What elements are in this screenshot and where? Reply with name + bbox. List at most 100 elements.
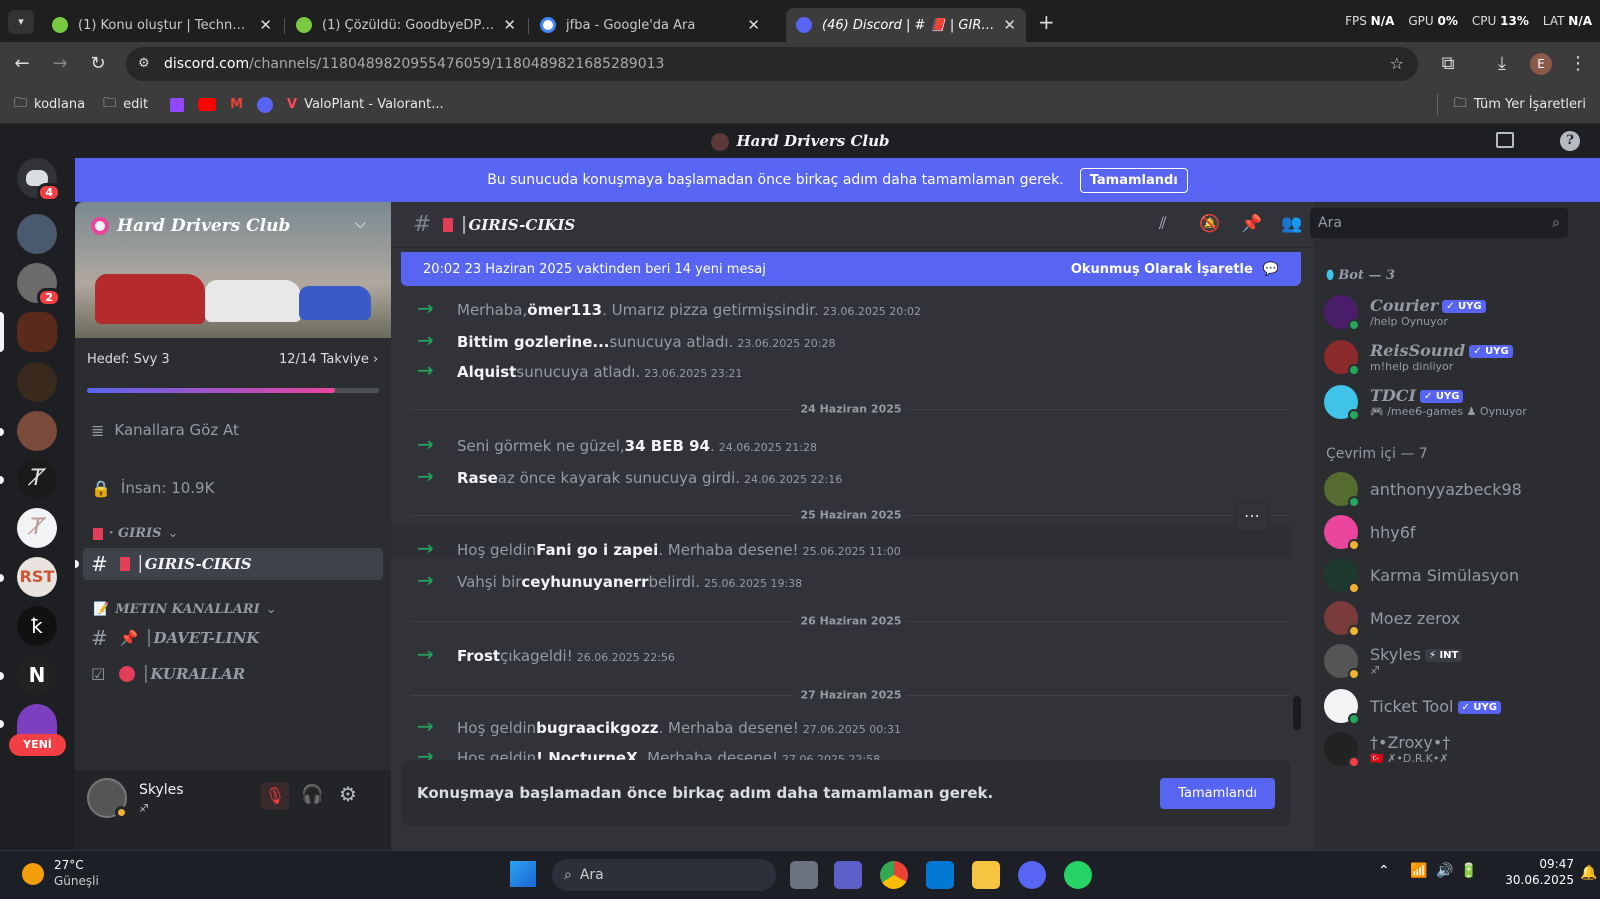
bookmark-folder[interactable]: 🗀 kodlana (14, 94, 85, 116)
task-view-icon[interactable] (790, 861, 818, 889)
member-list-icon[interactable]: 👥 (1281, 214, 1302, 234)
server-icon[interactable]: ꝁ (17, 606, 57, 646)
search-input[interactable]: Ara ⌕ (1310, 208, 1568, 238)
footer-complete-button[interactable]: Tamamlandı (1160, 777, 1275, 809)
chrome-icon[interactable] (880, 861, 908, 889)
member-item[interactable]: TDCI ✓ UYG 🎮 /mee6-games ♟ Oynuyor (1324, 380, 1594, 424)
browse-channels[interactable]: ≣ Kanallara Göz At (83, 414, 383, 446)
file-explorer-icon[interactable] (972, 861, 1000, 889)
notification-bell-icon[interactable]: 🔔 (1580, 865, 1597, 881)
unread-pill (0, 476, 4, 484)
browser-tab-active[interactable]: (46) Discord | # 📕 | GIRIS-CIKIS ✕ (786, 8, 1026, 42)
boost-count[interactable]: 12/14 Takviye › (279, 352, 378, 367)
pinned-messages-icon[interactable]: 📌 (1241, 214, 1262, 234)
server-icon[interactable]: Ⱦ (17, 508, 57, 548)
inbox-icon[interactable] (1496, 132, 1514, 148)
clock-date[interactable]: 30.06.2025 (1500, 873, 1574, 887)
member-item[interactable]: ReisSound ✓ UYG m!help dinliyor (1324, 335, 1594, 379)
bookmark-folder[interactable]: 🗀 edit (103, 94, 148, 116)
member-item[interactable]: Ticket Tool ✓ UYG (1324, 684, 1594, 728)
close-tab-icon[interactable]: ✕ (259, 16, 272, 34)
browser-tab[interactable]: (1) Konu oluştur | Technopat So ✕ (42, 8, 282, 42)
discord-bookmark-icon[interactable] (257, 96, 273, 113)
headphones-icon[interactable]: 🎧 (301, 784, 323, 805)
profile-avatar[interactable]: E (1530, 53, 1552, 75)
member-item[interactable]: anthonyyazbeck98 (1324, 467, 1594, 511)
settings-gear-icon[interactable]: ⚙ (339, 782, 357, 806)
site-info-icon[interactable]: ⚙ (138, 56, 150, 71)
member-item[interactable]: †•Zroxy•† 🇹🇷 ✗•D.R.K•✗ (1324, 727, 1594, 771)
server-icon[interactable]: 2 (17, 263, 61, 307)
server-header[interactable]: Hard Drivers Club (91, 216, 290, 236)
user-avatar[interactable] (87, 778, 128, 819)
channel-giris-cikis[interactable]: # │GIRIS-CIKIS (83, 548, 383, 580)
twitch-bookmark-icon[interactable] (170, 97, 185, 112)
gmail-bookmark-icon[interactable]: M (230, 97, 243, 112)
new-messages-bar[interactable]: 20:02 23 Haziran 2025 vaktinden beri 14 … (401, 252, 1301, 286)
scrollbar-thumb[interactable] (1293, 696, 1301, 730)
mute-mic-icon[interactable]: 🎙 (261, 782, 289, 810)
new-unreads-pill[interactable]: YENİ (9, 734, 66, 756)
boost-goal[interactable]: Hedef: Svy 3 (87, 352, 170, 367)
battery-icon[interactable]: 🔋 (1460, 863, 1477, 879)
channel-header: # │GIRIS-CIKIS ⫽ 🔕 📌 👥 (391, 202, 1314, 248)
more-actions-icon[interactable]: ⋯ (1235, 502, 1269, 532)
bookmark-star-icon[interactable]: ☆ (1390, 54, 1404, 73)
member-item[interactable]: Courier ✓ UYG/help Oynuyor (1324, 290, 1594, 334)
new-tab-icon[interactable]: + (1038, 10, 1055, 34)
volume-icon[interactable]: 🔊 (1436, 863, 1453, 879)
wifi-icon[interactable]: 📶 (1410, 863, 1427, 879)
forward-icon[interactable]: → (48, 52, 72, 76)
weather-temp[interactable]: 27°C (54, 858, 84, 872)
username[interactable]: Skyles (139, 782, 184, 798)
server-icon[interactable] (17, 362, 57, 402)
menu-icon[interactable]: ⋮ (1566, 52, 1590, 76)
member-item[interactable]: hhy6f (1324, 510, 1594, 554)
all-bookmarks[interactable]: 🗀 Tüm Yer İşaretleri (1436, 93, 1586, 116)
channel-kurallar[interactable]: ☑ │KURALLAR (83, 658, 383, 690)
member-count[interactable]: 🔒 İnsan: 10.9K (83, 472, 383, 504)
tab-search-button[interactable]: ▾ (8, 10, 34, 34)
category-metin-kanallari[interactable]: 📝 METIN KANALLARI ⌄ (93, 602, 277, 617)
download-icon[interactable]: ⤓ (1490, 52, 1514, 76)
store-icon[interactable] (926, 861, 954, 889)
browser-tab[interactable]: (1) Çözüldü: GoodbyeDPI çalışm ✕ (286, 8, 526, 42)
threads-icon[interactable]: ⫽ (1159, 214, 1167, 234)
close-tab-icon[interactable]: ✕ (1003, 16, 1016, 34)
server-icon[interactable]: RST (17, 557, 57, 597)
member-item[interactable]: Skyles ⚡ INT ♐ (1324, 639, 1594, 683)
notifications-muted-icon[interactable]: 🔕 (1199, 214, 1220, 234)
windows-start-icon[interactable] (510, 861, 536, 887)
clock-time[interactable]: 09:47 (1524, 857, 1574, 871)
browser-tab[interactable]: jfba - Google'da Ara ✕ (530, 8, 770, 42)
channel-davet-link[interactable]: # 📌 │DAVET-LINK (83, 622, 383, 654)
whatsapp-icon[interactable] (1064, 861, 1092, 889)
taskbar-search[interactable]: ⌕ Ara (552, 859, 776, 891)
discord-taskbar-icon[interactable] (1018, 861, 1046, 889)
server-icon[interactable]: Ⱦ (17, 459, 57, 499)
direct-messages-button[interactable]: 4 (17, 158, 61, 202)
server-hard-drivers-club[interactable] (17, 312, 57, 352)
close-tab-icon[interactable]: ✕ (503, 16, 516, 34)
bookmark-valoplant[interactable]: V ValoPlant - Valorant... (287, 97, 444, 112)
extensions-icon[interactable]: ⧉ (1436, 52, 1460, 76)
close-tab-icon[interactable]: ✕ (747, 16, 760, 34)
server-icon[interactable]: N (17, 655, 57, 695)
server-icon[interactable] (17, 214, 57, 254)
teams-icon[interactable] (834, 861, 862, 889)
member-item[interactable]: Moez zerox (1324, 596, 1594, 640)
help-icon[interactable]: ? (1560, 131, 1580, 151)
category-giris[interactable]: · GIRIS ⌄ (93, 526, 178, 541)
youtube-bookmark-icon[interactable] (198, 98, 217, 111)
server-icon[interactable] (17, 411, 57, 451)
server-icon[interactable] (17, 704, 57, 736)
chevron-down-icon[interactable]: ⌵ (355, 216, 366, 232)
reload-icon[interactable]: ↻ (86, 52, 110, 76)
member-item[interactable]: Karma Simülasyon (1324, 553, 1594, 597)
address-bar[interactable]: ⚙ discord.com/channels/11804898209554760… (126, 47, 1418, 81)
mark-read-button[interactable]: Okunmuş Olarak İşaretle (1071, 262, 1253, 277)
back-icon[interactable]: ← (10, 52, 34, 76)
banner-complete-button[interactable]: Tamamlandı (1079, 167, 1188, 193)
tray-chevron-icon[interactable]: ⌃ (1378, 863, 1390, 879)
weather-sun-icon[interactable] (22, 863, 44, 885)
